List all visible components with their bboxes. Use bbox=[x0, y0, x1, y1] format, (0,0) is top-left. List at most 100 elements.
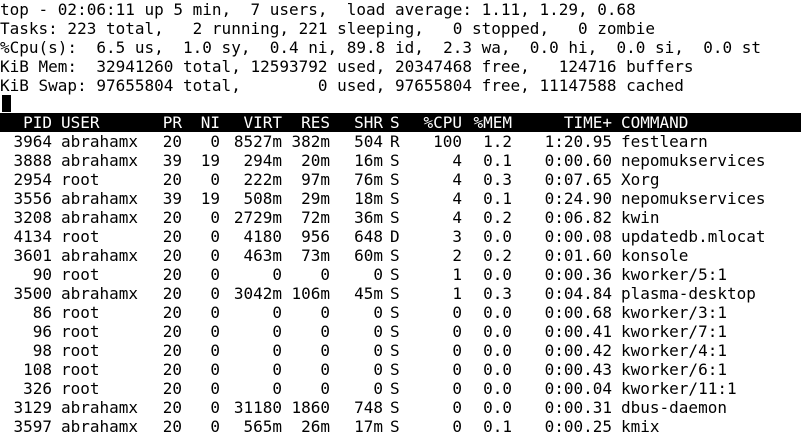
table-row[interactable]: 3129 abrahamx 20 0 31180 1860 748 S 0 0.0 0:00.31 d… bbox=[0, 398, 801, 417]
table-row[interactable]: 86 root 20 0 0 0 0 S 0 0.0 0:00.68 kworker/3:1 bbox=[0, 303, 801, 322]
process-shr: 0 bbox=[373, 379, 383, 398]
table-row[interactable]: 90 root 20 0 0 0 0 S 1 0.0 0:00.36 kworker/5:1 bbox=[0, 265, 801, 284]
process-mem: 0.0 bbox=[483, 322, 512, 341]
table-row[interactable]: 4134 root 20 0 4180 956 648 D 3 0.0 0:00.08 updated… bbox=[0, 227, 801, 246]
process-nice: 0 bbox=[210, 360, 220, 379]
process-state: S bbox=[390, 265, 400, 284]
process-virt: 565m bbox=[243, 417, 282, 436]
table-row[interactable]: 3601 abrahamx 20 0 463m 73m 60m S 2 0.2 0:01.60 kon… bbox=[0, 246, 801, 265]
process-priority: 20 bbox=[162, 208, 182, 227]
process-nice: 0 bbox=[210, 322, 220, 341]
process-mem: 0.1 bbox=[483, 151, 512, 170]
process-priority: 20 bbox=[162, 246, 182, 265]
column-header-state: S bbox=[390, 113, 400, 132]
process-command: kworker/11:1 bbox=[621, 379, 737, 398]
process-shr: 17m bbox=[354, 417, 383, 436]
process-nice: 0 bbox=[210, 208, 220, 227]
table-row[interactable]: 3964 abrahamx 20 0 8527m 382m 504 R 100 1.2 1:20.9… bbox=[0, 132, 801, 151]
process-nice: 0 bbox=[210, 132, 220, 151]
process-user: root bbox=[61, 303, 100, 322]
process-time: 0:01.60 bbox=[544, 246, 612, 265]
process-command: kworker/7:1 bbox=[621, 322, 727, 341]
process-user: root bbox=[61, 227, 100, 246]
process-pid: 90 bbox=[32, 265, 52, 284]
process-table-header: PID USER PR NI VIRT RES SHR S %CPU %MEM … bbox=[0, 113, 801, 132]
table-row[interactable]: 3888 abrahamx 39 19 294m 20m 16m S 4 0.1 0:00.60 ne… bbox=[0, 151, 801, 170]
process-pid: 3964 bbox=[13, 132, 52, 151]
table-row[interactable]: 3597 abrahamx 20 0 565m 26m 17m S 0 0.1 0:00.25 kmi… bbox=[0, 417, 801, 436]
process-virt: 294m bbox=[243, 151, 282, 170]
uptime-load-line: top - 02:06:11 up 5 min, 7 users, load a… bbox=[0, 0, 636, 19]
table-row[interactable]: 96 root 20 0 0 0 0 S 0 0.0 0:00.41 kworker/7:1 bbox=[0, 322, 801, 341]
process-state: S bbox=[390, 322, 400, 341]
process-shr: 0 bbox=[373, 341, 383, 360]
process-shr: 0 bbox=[373, 360, 383, 379]
process-nice: 0 bbox=[210, 303, 220, 322]
process-mem: 0.0 bbox=[483, 303, 512, 322]
process-pid: 3597 bbox=[13, 417, 52, 436]
process-user: root bbox=[61, 379, 100, 398]
table-row[interactable]: 3208 abrahamx 20 0 2729m 72m 36m S 4 0.2 0:06.82 kw… bbox=[0, 208, 801, 227]
process-command: festlearn bbox=[621, 132, 708, 151]
process-command: kworker/5:1 bbox=[621, 265, 727, 284]
process-priority: 20 bbox=[162, 227, 182, 246]
process-time: 0:00.43 bbox=[544, 360, 612, 379]
process-nice: 0 bbox=[210, 398, 220, 417]
process-shr: 748 bbox=[354, 398, 383, 417]
process-virt: 463m bbox=[243, 246, 282, 265]
process-user: abrahamx bbox=[61, 151, 139, 170]
process-virt: 8527m bbox=[233, 132, 282, 151]
process-cpu: 1 bbox=[452, 284, 462, 303]
process-virt: 4180 bbox=[243, 227, 282, 246]
process-res: 0 bbox=[320, 322, 330, 341]
process-priority: 20 bbox=[162, 398, 182, 417]
process-priority: 39 bbox=[162, 151, 182, 170]
process-virt: 0 bbox=[272, 322, 282, 341]
memory-line: KiB Mem: 32941260 total, 12593792 used, … bbox=[0, 57, 694, 76]
process-priority: 20 bbox=[162, 341, 182, 360]
process-command: kworker/4:1 bbox=[621, 341, 727, 360]
table-row[interactable]: 3556 abrahamx 39 19 508m 29m 18m S 4 0.1 0:24.90 ne… bbox=[0, 189, 801, 208]
process-priority: 20 bbox=[162, 170, 182, 189]
process-command: updatedb.mlocat bbox=[621, 227, 766, 246]
swap-line: KiB Swap: 97655804 total, 0 used, 976558… bbox=[0, 76, 684, 95]
process-nice: 0 bbox=[210, 417, 220, 436]
process-time: 0:00.25 bbox=[544, 417, 612, 436]
column-header-res: RES bbox=[301, 113, 330, 132]
process-priority: 20 bbox=[162, 417, 182, 436]
table-row[interactable]: 326 root 20 0 0 0 0 S 0 0.0 0:00.04 kworker/11:1 bbox=[0, 379, 801, 398]
table-row[interactable]: 3500 abrahamx 20 0 3042m 106m 45m S 1 0.3 0:04.84 p… bbox=[0, 284, 801, 303]
process-cpu: 100 bbox=[433, 132, 462, 151]
process-pid: 3208 bbox=[13, 208, 52, 227]
process-shr: 0 bbox=[373, 322, 383, 341]
process-res: 956 bbox=[301, 227, 330, 246]
process-priority: 20 bbox=[162, 132, 182, 151]
process-state: S bbox=[390, 398, 400, 417]
table-row[interactable]: 2954 root 20 0 222m 97m 76m S 4 0.3 0:07.65 Xorg bbox=[0, 170, 801, 189]
process-res: 72m bbox=[301, 208, 330, 227]
process-pid: 98 bbox=[32, 341, 52, 360]
process-time: 1:20.95 bbox=[544, 132, 612, 151]
table-row[interactable]: 108 root 20 0 0 0 0 S 0 0.0 0:00.43 kworker/6:1 bbox=[0, 360, 801, 379]
process-nice: 0 bbox=[210, 227, 220, 246]
process-state: S bbox=[390, 379, 400, 398]
process-mem: 0.3 bbox=[483, 284, 512, 303]
process-time: 0:00.42 bbox=[544, 341, 612, 360]
process-time: 0:00.04 bbox=[544, 379, 612, 398]
column-header-user: USER bbox=[61, 113, 100, 132]
process-shr: 0 bbox=[373, 265, 383, 284]
process-user: root bbox=[61, 322, 100, 341]
table-row[interactable]: 98 root 20 0 0 0 0 S 0 0.0 0:00.42 kworker/4:1 bbox=[0, 341, 801, 360]
process-cpu: 3 bbox=[452, 227, 462, 246]
process-state: S bbox=[390, 341, 400, 360]
process-res: 0 bbox=[320, 265, 330, 284]
process-mem: 0.0 bbox=[483, 265, 512, 284]
cpu-line: %Cpu(s): 6.5 us, 1.0 sy, 0.4 ni, 89.8 id… bbox=[0, 38, 761, 57]
process-time: 0:00.41 bbox=[544, 322, 612, 341]
process-pid: 96 bbox=[32, 322, 52, 341]
process-state: S bbox=[390, 417, 400, 436]
process-cpu: 0 bbox=[452, 379, 462, 398]
process-state: S bbox=[390, 246, 400, 265]
terminal-cursor bbox=[2, 95, 11, 112]
process-pid: 3601 bbox=[13, 246, 52, 265]
